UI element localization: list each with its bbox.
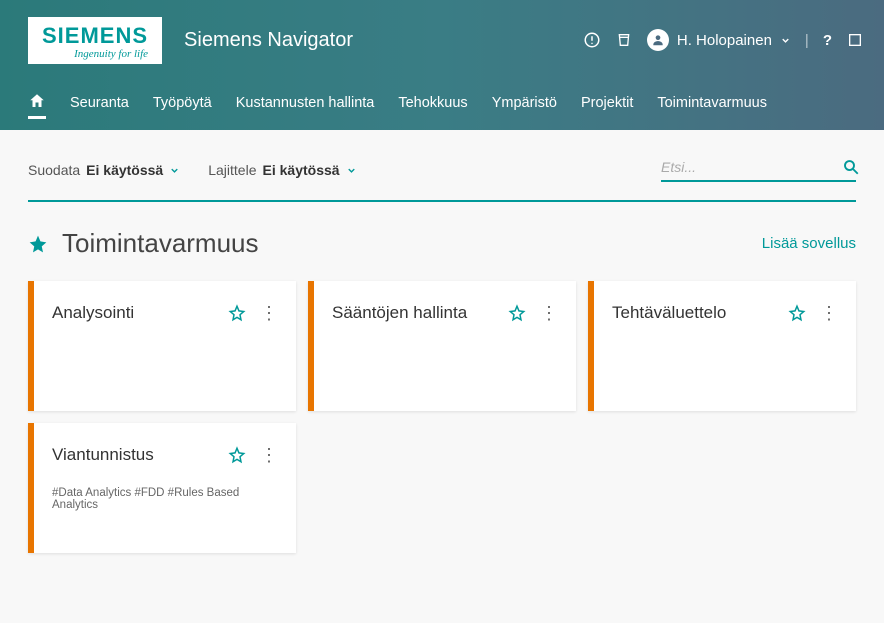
kebab-menu-icon[interactable]: ⋮ bbox=[820, 304, 838, 322]
brand-logo[interactable]: SIEMENS Ingenuity for life bbox=[28, 17, 162, 64]
star-outline-icon[interactable] bbox=[508, 304, 526, 322]
chevron-down-icon bbox=[346, 165, 357, 176]
user-name: H. Holopainen bbox=[677, 32, 772, 49]
nav-home[interactable] bbox=[28, 92, 46, 119]
avatar-icon bbox=[647, 29, 669, 51]
chevron-down-icon bbox=[169, 165, 180, 176]
card-title: Sääntöjen hallinta bbox=[332, 303, 508, 323]
nav-seuranta[interactable]: Seuranta bbox=[70, 95, 129, 115]
nav-kustannusten-hallinta[interactable]: Kustannusten hallinta bbox=[236, 95, 375, 115]
card-analysointi[interactable]: Analysointi ⋮ bbox=[28, 281, 296, 411]
filter-value: Ei käytössä bbox=[86, 162, 163, 178]
app-title: Siemens Navigator bbox=[184, 29, 353, 52]
star-outline-icon[interactable] bbox=[788, 304, 806, 322]
divider: | bbox=[805, 32, 809, 49]
app-header: SIEMENS Ingenuity for life Siemens Navig… bbox=[0, 0, 884, 130]
section-divider bbox=[28, 200, 856, 202]
star-outline-icon[interactable] bbox=[228, 304, 246, 322]
home-icon bbox=[28, 92, 46, 110]
search-box[interactable] bbox=[661, 158, 856, 182]
card-title: Tehtäväluettelo bbox=[612, 303, 788, 323]
bucket-icon[interactable] bbox=[615, 31, 633, 49]
brand-tagline: Ingenuity for life bbox=[42, 49, 148, 60]
sort-label: Lajittele bbox=[208, 162, 256, 178]
card-tehtavaluettelo[interactable]: Tehtäväluettelo ⋮ bbox=[588, 281, 856, 411]
kebab-menu-icon[interactable]: ⋮ bbox=[260, 304, 278, 322]
filter-label: Suodata bbox=[28, 162, 80, 178]
sort-control[interactable]: Lajittele Ei käytössä bbox=[208, 162, 356, 178]
content: Toimintavarmuus Lisää sovellus Analysoin… bbox=[0, 200, 884, 553]
kebab-menu-icon[interactable]: ⋮ bbox=[260, 446, 278, 464]
controls-bar: Suodata Ei käytössä Lajittele Ei käytöss… bbox=[0, 130, 884, 200]
user-menu[interactable]: H. Holopainen bbox=[647, 29, 791, 51]
header-top: SIEMENS Ingenuity for life Siemens Navig… bbox=[0, 0, 884, 80]
nav-projektit[interactable]: Projektit bbox=[581, 95, 633, 115]
card-saantojen-hallinta[interactable]: Sääntöjen hallinta ⋮ bbox=[308, 281, 576, 411]
card-viantunnistus[interactable]: Viantunnistus ⋮ #Data Analytics #FDD #Ru… bbox=[28, 423, 296, 553]
card-grid: Analysointi ⋮ Sääntöjen hallinta ⋮ bbox=[28, 281, 856, 553]
add-app-link[interactable]: Lisää sovellus bbox=[762, 235, 856, 252]
section-header: Toimintavarmuus Lisää sovellus bbox=[28, 228, 856, 259]
alert-icon[interactable] bbox=[583, 31, 601, 49]
section-title: Toimintavarmuus bbox=[62, 228, 762, 259]
help-icon[interactable]: ? bbox=[823, 32, 832, 49]
star-filled-icon[interactable] bbox=[28, 234, 48, 254]
main-nav: Seuranta Työpöytä Kustannusten hallinta … bbox=[0, 80, 884, 130]
card-title: Viantunnistus bbox=[52, 445, 228, 465]
filter-control[interactable]: Suodata Ei käytössä bbox=[28, 162, 180, 178]
nav-tehokkuus[interactable]: Tehokkuus bbox=[398, 95, 467, 115]
search-icon[interactable] bbox=[842, 158, 860, 176]
nav-ymparisto[interactable]: Ympäristö bbox=[492, 95, 557, 115]
sort-value: Ei käytössä bbox=[263, 162, 340, 178]
card-title: Analysointi bbox=[52, 303, 228, 323]
nav-tyopoyta[interactable]: Työpöytä bbox=[153, 95, 212, 115]
card-tags: #Data Analytics #FDD #Rules Based Analyt… bbox=[52, 487, 278, 511]
star-outline-icon[interactable] bbox=[228, 446, 246, 464]
square-icon[interactable] bbox=[846, 31, 864, 49]
kebab-menu-icon[interactable]: ⋮ bbox=[540, 304, 558, 322]
chevron-down-icon bbox=[780, 35, 791, 46]
nav-toimintavarmuus[interactable]: Toimintavarmuus bbox=[657, 95, 767, 115]
search-input[interactable] bbox=[661, 159, 842, 175]
header-actions: H. Holopainen | ? bbox=[583, 29, 864, 51]
brand-name: SIEMENS bbox=[42, 25, 148, 47]
